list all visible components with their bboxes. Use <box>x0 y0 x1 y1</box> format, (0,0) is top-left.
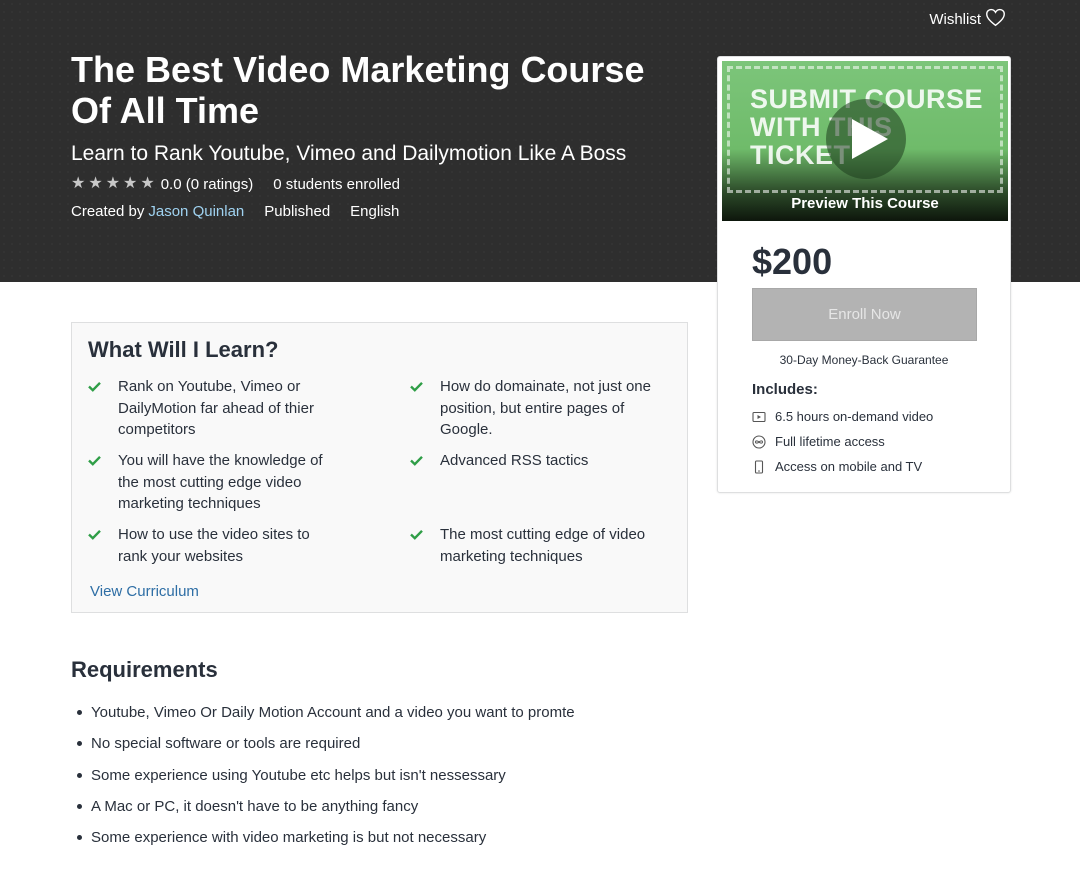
learn-item: How do domainate, not just one position,… <box>410 376 651 441</box>
includes-list: 6.5 hours on-demand video Full lifetime … <box>752 404 933 479</box>
course-meta: Created by Jason Quinlan Published Engli… <box>71 203 399 220</box>
star-icon: ★ <box>71 175 86 192</box>
mobile-icon <box>752 459 766 474</box>
learn-item: Advanced RSS tactics <box>410 450 588 473</box>
preview-label: Preview This Course <box>791 195 939 212</box>
requirement-item: Some experience with video marketing is … <box>77 822 575 853</box>
bullet-icon <box>77 710 82 716</box>
purchase-sidebar: SUBMIT COURSE WITH THIS TICKET Preview T… <box>717 56 1011 493</box>
play-icon <box>852 119 888 159</box>
requirement-text: A Mac or PC, it doesn't have to be anyth… <box>91 798 419 816</box>
learn-item-line: rank your websites <box>118 547 244 565</box>
learn-item-line: Google. <box>440 421 493 438</box>
enroll-button[interactable]: Enroll Now <box>752 288 977 341</box>
learn-item-text: The most cutting edge of video marketing… <box>440 524 645 567</box>
wishlist-label: Wishlist <box>929 10 981 28</box>
learn-item-line: DailyMotion far ahead of thier <box>118 399 314 417</box>
includes-item: Access on mobile and TV <box>752 454 933 479</box>
learn-item-line: competitors <box>118 421 196 438</box>
publish-status: Published <box>264 203 331 220</box>
requirements-title: Requirements <box>71 657 218 682</box>
bullet-icon <box>77 772 82 778</box>
video-icon <box>752 410 766 424</box>
requirement-item: No special software or tools are require… <box>77 728 575 759</box>
check-icon <box>410 524 440 567</box>
requirements-list: Youtube, Vimeo Or Daily Motion Account a… <box>77 697 575 853</box>
bullet-icon <box>77 835 82 841</box>
learn-item: How to use the video sites to rank your … <box>88 524 310 567</box>
requirement-text: No special software or tools are require… <box>91 735 361 753</box>
star-icon: ★ <box>105 175 121 192</box>
learn-item: The most cutting edge of video marketing… <box>410 524 645 567</box>
learn-item-text: How to use the video sites to rank your … <box>118 524 310 567</box>
learn-item-line: the most cutting edge video <box>118 473 302 491</box>
infinity-icon <box>752 434 766 449</box>
learn-item-line: Rank on Youtube, Vimeo or <box>118 378 301 395</box>
learn-item-line: Advanced RSS tactics <box>440 452 589 469</box>
learn-item-line: How to use the video sites to <box>118 526 310 543</box>
instructor-link[interactable]: Jason Quinlan <box>148 203 244 220</box>
course-title: The Best Video Marketing Course Of All T… <box>71 49 645 131</box>
requirement-text: Youtube, Vimeo Or Daily Motion Account a… <box>91 704 575 722</box>
heart-icon <box>985 7 1006 31</box>
requirement-item: A Mac or PC, it doesn't have to be anyth… <box>77 791 575 822</box>
view-curriculum-link[interactable]: View Curriculum <box>90 583 199 600</box>
course-subtitle: Learn to Rank Youtube, Vimeo and Dailymo… <box>71 142 627 165</box>
includes-title: Includes: <box>752 381 818 398</box>
learn-item-text: Rank on Youtube, Vimeo or DailyMotion fa… <box>118 376 314 441</box>
learn-item-text: You will have the knowledge of the most … <box>118 450 323 515</box>
learn-item-line: position, but entire pages of <box>440 399 625 417</box>
learn-title: What Will I Learn? <box>88 337 279 362</box>
play-button[interactable] <box>826 99 906 179</box>
learn-item-text: How do domainate, not just one position,… <box>440 376 651 441</box>
check-icon <box>410 450 440 473</box>
bullet-icon <box>77 741 82 747</box>
learn-item-text: Advanced RSS tactics <box>440 450 588 473</box>
learn-item: Rank on Youtube, Vimeo or DailyMotion fa… <box>88 376 314 441</box>
what-will-i-learn: What Will I Learn? Rank on Youtube, Vime… <box>71 322 688 613</box>
star-icon: ★ <box>88 175 103 192</box>
rating-text: 0.0 (0 ratings) <box>160 175 254 193</box>
check-icon <box>88 450 118 515</box>
wishlist-button[interactable]: Wishlist <box>929 7 1006 31</box>
star-icon: ★ <box>123 175 138 192</box>
learn-item-line: How do domainate, not just one <box>440 378 651 395</box>
money-back-guarantee: 30-Day Money-Back Guarantee <box>779 353 949 367</box>
includes-label: Full lifetime access <box>775 434 885 449</box>
check-icon <box>88 524 118 567</box>
requirement-item: Youtube, Vimeo Or Daily Motion Account a… <box>77 697 575 728</box>
rating-row: ★ ★ ★ ★ ★ 0.0 (0 ratings) 0 students enr… <box>71 175 400 193</box>
requirement-item: Some experience using Youtube etc helps … <box>77 760 575 791</box>
created-by-label: Created by <box>71 203 145 220</box>
learn-item-line: marketing techniques <box>440 547 583 565</box>
star-icon: ★ <box>140 175 155 192</box>
bullet-icon <box>77 804 82 810</box>
includes-item: Full lifetime access <box>752 429 933 454</box>
learn-item-line: You will have the knowledge of <box>118 452 323 469</box>
includes-label: Access on mobile and TV <box>775 459 923 474</box>
check-icon <box>410 376 440 441</box>
course-language: English <box>350 203 400 220</box>
learn-item-line: marketing techniques <box>118 495 261 512</box>
learn-item: You will have the knowledge of the most … <box>88 450 323 515</box>
includes-label: 6.5 hours on-demand video <box>775 409 934 424</box>
students-enrolled: 0 students enrolled <box>273 175 401 193</box>
includes-item: 6.5 hours on-demand video <box>752 404 933 429</box>
learn-item-line: The most cutting edge of video <box>440 526 646 543</box>
star-rating: ★ ★ ★ ★ ★ <box>71 175 155 193</box>
course-preview[interactable]: SUBMIT COURSE WITH THIS TICKET Preview T… <box>722 61 1008 221</box>
course-price: $200 <box>752 241 833 282</box>
requirement-text: Some experience using Youtube etc helps … <box>91 766 506 784</box>
requirement-text: Some experience with video marketing is … <box>91 829 487 847</box>
check-icon <box>88 376 118 441</box>
